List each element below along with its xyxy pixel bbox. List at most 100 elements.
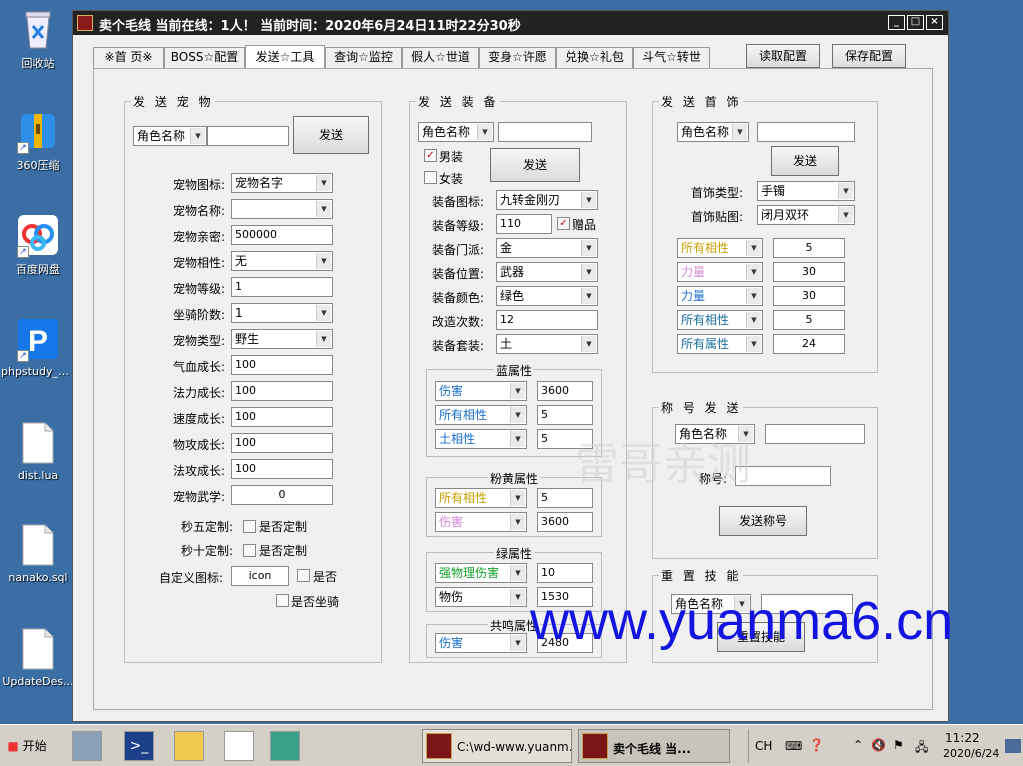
jewelry-attr-select-1[interactable]: 所有相性 ▼ — [677, 238, 763, 258]
close-button[interactable]: × — [926, 15, 943, 30]
green-attr-select-1[interactable]: 强物理伤害 ▼ — [435, 563, 527, 583]
powershell-icon[interactable]: >_ — [124, 731, 154, 761]
equip-role-input[interactable] — [498, 122, 592, 142]
start-button[interactable]: ■ 开始 — [3, 732, 51, 760]
jewelry-role-input[interactable] — [757, 122, 855, 142]
equip-set-select[interactable]: 土 ▼ — [496, 334, 598, 354]
magic-atk-growth-input[interactable]: 100 — [231, 459, 333, 479]
jewelry-attr-value-5[interactable]: 24 — [773, 334, 845, 354]
resonance-attr-select-1[interactable]: 伤害 ▼ — [435, 633, 527, 653]
app-launcher-icon[interactable] — [270, 731, 300, 761]
equip-color-select[interactable]: 绿色 ▼ — [496, 286, 598, 306]
help-icon[interactable]: ❓ — [809, 738, 824, 752]
send-title-button[interactable]: 发送称号 — [719, 506, 807, 536]
pet-type-select[interactable]: 野生 ▼ — [231, 329, 333, 349]
jewelry-attr-select-4[interactable]: 所有相性 ▼ — [677, 310, 763, 330]
pet-name-select[interactable]: ▼ — [231, 199, 333, 219]
custom-icon-checkbox[interactable] — [297, 569, 310, 582]
pet-level-input[interactable]: 1 — [231, 277, 333, 297]
desktop-icon-dist-lua[interactable]: dist.lua — [1, 420, 75, 482]
jewelry-attr-select-2[interactable]: 力量 ▼ — [677, 262, 763, 282]
title-bar[interactable]: 卖个毛线 当前在线：1人！ 当前时间：2020年6月24日11时22分30秒 _… — [73, 11, 948, 35]
server-manager-icon[interactable] — [72, 731, 102, 761]
jewelry-attr-select-3[interactable]: 力量 ▼ — [677, 286, 763, 306]
equip-slot-select[interactable]: 武器 ▼ — [496, 262, 598, 282]
blue-attr-value-2[interactable]: 5 — [537, 405, 593, 425]
hp-growth-input[interactable]: 100 — [231, 355, 333, 375]
tab-fake-world[interactable]: 假人☆世道 — [402, 47, 479, 68]
jewelry-image-select[interactable]: 闭月双环 ▼ — [757, 205, 855, 225]
minimize-button[interactable]: _ — [888, 15, 905, 30]
desktop-icon-360zip[interactable]: ↗ 360压缩 — [1, 108, 75, 173]
equip-school-select[interactable]: 金 ▼ — [496, 238, 598, 258]
desktop-icon-baidu-pan[interactable]: ↗ 百度网盘 — [1, 212, 75, 277]
flag-icon[interactable]: ⚑ — [893, 738, 904, 752]
tab-douqi-rebirth[interactable]: 斗气☆转世 — [633, 47, 710, 68]
tab-send-tools[interactable]: 发送☆工具 — [245, 45, 325, 68]
mp-growth-input[interactable]: 100 — [231, 381, 333, 401]
pet-send-button[interactable]: 发送 — [293, 116, 369, 154]
blue-attr-select-3[interactable]: 土相性 ▼ — [435, 429, 527, 449]
pink-attr-select-2[interactable]: 伤害 ▼ — [435, 512, 527, 532]
female-checkbox[interactable] — [424, 171, 437, 184]
pink-attr-value-2[interactable]: 3600 — [537, 512, 593, 532]
jewelry-send-button[interactable]: 发送 — [771, 146, 839, 176]
second10-checkbox[interactable] — [243, 544, 256, 557]
clock-date[interactable]: 2020/6/24 — [943, 747, 999, 760]
tab-exchange-gift[interactable]: 兑换☆礼包 — [556, 47, 633, 68]
green-attr-value-1[interactable]: 10 — [537, 563, 593, 583]
desktop-icon-nanako-sql[interactable]: nanako.sql — [1, 522, 75, 584]
jewelry-attr-select-5[interactable]: 所有属性 ▼ — [677, 334, 763, 354]
chevron-up-icon[interactable]: ⌃ — [853, 738, 863, 752]
desktop-icon-phpstudy[interactable]: P ↗ phpstudy_pro — [1, 316, 75, 378]
folder-icon[interactable] — [174, 731, 204, 761]
equip-icon-select[interactable]: 九转金刚刃 ▼ — [496, 190, 598, 210]
ime-indicator[interactable]: CH — [755, 739, 772, 753]
pet-role-select[interactable]: 角色名称 ▼ — [133, 126, 207, 146]
clock-time[interactable]: 11:22 — [945, 731, 980, 745]
tab-boss-config[interactable]: BOSS☆配置 — [164, 47, 245, 68]
desktop-icon-updatedes[interactable]: UpdateDes... — [1, 626, 75, 688]
blue-attr-select-2[interactable]: 所有相性 ▼ — [435, 405, 527, 425]
jewelry-attr-value-2[interactable]: 30 — [773, 262, 845, 282]
save-config-button[interactable]: 保存配置 — [832, 44, 906, 68]
tab-transform-wish[interactable]: 变身☆许愿 — [479, 47, 556, 68]
mount-tier-select[interactable]: 1 ▼ — [231, 303, 333, 323]
pet-martial-input[interactable]: 0 — [231, 485, 333, 505]
pet-affinity-select[interactable]: 无 ▼ — [231, 251, 333, 271]
keyboard-icon[interactable]: ⌨ — [785, 739, 802, 753]
phys-atk-growth-input[interactable]: 100 — [231, 433, 333, 453]
second5-checkbox[interactable] — [243, 520, 256, 533]
pet-role-input[interactable] — [207, 126, 289, 146]
show-desktop-icon[interactable] — [1005, 739, 1021, 753]
desktop-icon-recycle-bin[interactable]: 回收站 — [1, 6, 75, 71]
maximize-button[interactable]: □ — [907, 15, 924, 30]
tab-home[interactable]: ※首 页※ — [93, 47, 164, 68]
pet-intimacy-input[interactable]: 500000 — [231, 225, 333, 245]
cloud-drive-icon[interactable] — [224, 731, 254, 761]
is-mount-checkbox[interactable] — [276, 594, 289, 607]
male-checkbox[interactable]: ✓ — [424, 149, 437, 162]
task-main-app[interactable]: 卖个毛线 当... — [578, 729, 730, 763]
title-role-input[interactable] — [765, 424, 865, 444]
jewelry-role-select[interactable]: 角色名称 ▼ — [677, 122, 749, 142]
jewelry-attr-value-3[interactable]: 30 — [773, 286, 845, 306]
pink-attr-select-1[interactable]: 所有相性 ▼ — [435, 488, 527, 508]
load-config-button[interactable]: 读取配置 — [746, 44, 820, 68]
equip-refine-input[interactable]: 12 — [496, 310, 598, 330]
tab-query-monitor[interactable]: 查询☆监控 — [325, 47, 402, 68]
gift-checkbox[interactable]: ✓ — [557, 217, 570, 230]
custom-icon-input[interactable]: icon — [231, 566, 289, 586]
green-attr-select-2[interactable]: 物伤 ▼ — [435, 587, 527, 607]
speaker-muted-icon[interactable]: 🔇 — [871, 738, 886, 752]
equip-role-select[interactable]: 角色名称 ▼ — [418, 122, 494, 142]
pet-icon-select[interactable]: 宠物名字 ▼ — [231, 173, 333, 193]
blue-attr-value-1[interactable]: 3600 — [537, 381, 593, 401]
speed-growth-input[interactable]: 100 — [231, 407, 333, 427]
network-icon[interactable]: 🖧 — [915, 738, 928, 759]
jewelry-attr-value-1[interactable]: 5 — [773, 238, 845, 258]
blue-attr-select-1[interactable]: 伤害 ▼ — [435, 381, 527, 401]
task-explorer[interactable]: C:\wd-www.yuanm... — [422, 729, 572, 763]
equip-level-input[interactable]: 110 — [496, 214, 552, 234]
jewelry-type-select[interactable]: 手镯 ▼ — [757, 181, 855, 201]
